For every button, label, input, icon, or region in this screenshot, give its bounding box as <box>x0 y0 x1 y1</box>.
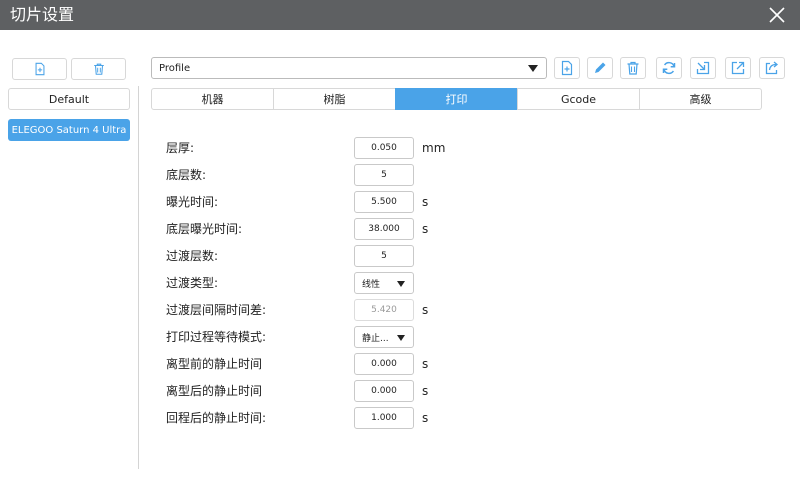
setting-row-rest-after-release: 离型后的静止时间 0.000 s <box>166 380 466 402</box>
file-add-icon <box>561 60 573 76</box>
setting-unit: s <box>422 384 429 398</box>
setting-row-transition-layers: 过渡层数: 5 <box>166 245 466 267</box>
settings-tabs: 机器 树脂 打印 Gcode 高级 <box>151 88 762 110</box>
export-profile-button[interactable] <box>725 57 751 79</box>
setting-unit: s <box>422 222 429 236</box>
transition-layers-input[interactable]: 5 <box>354 245 414 267</box>
setting-unit: s <box>422 195 429 209</box>
chevron-down-icon <box>528 65 538 72</box>
setting-unit: s <box>422 411 429 425</box>
setting-row-transition-type: 过渡类型: 线性 <box>166 272 466 294</box>
rest-after-retract-input[interactable]: 1.000 <box>354 407 414 429</box>
setting-label: 底层曝光时间: <box>166 222 243 236</box>
delete-config-button[interactable] <box>71 58 126 80</box>
exposure-time-input[interactable]: 5.500 <box>354 191 414 213</box>
setting-unit: mm <box>422 141 446 155</box>
setting-label: 离型前的静止时间 <box>166 357 263 371</box>
profile-selected-value: Profile <box>159 62 191 74</box>
transition-time-diff-input: 5.420 <box>354 299 414 321</box>
setting-label: 曝光时间: <box>166 195 219 209</box>
pencil-icon <box>595 62 606 73</box>
file-add-icon <box>35 62 44 76</box>
setting-row-bottom-layers: 底层数: 5 <box>166 164 466 186</box>
transition-type-value: 线性 <box>362 279 381 290</box>
setting-label: 底层数: <box>166 168 207 182</box>
share-icon <box>765 61 779 75</box>
bottom-layers-input[interactable]: 5 <box>354 164 414 186</box>
refresh-profile-button[interactable] <box>656 57 682 79</box>
refresh-icon <box>662 61 676 75</box>
setting-row-layer-height: 层厚: 0.050 mm <box>166 137 466 159</box>
import-profile-button[interactable] <box>690 57 716 79</box>
setting-label: 过渡层数: <box>166 249 219 263</box>
setting-row-rest-after-retract: 回程后的静止时间: 1.000 s <box>166 407 466 429</box>
new-profile-button[interactable] <box>554 57 580 79</box>
setting-label: 离型后的静止时间 <box>166 384 263 398</box>
trash-icon <box>93 63 104 75</box>
wait-mode-select[interactable]: 静止... <box>354 326 414 348</box>
dialog-body: Default ELEGOO Saturn 4 Ultra Profile 机器… <box>0 30 800 480</box>
import-icon <box>696 61 710 75</box>
rest-after-release-input[interactable]: 0.000 <box>354 380 414 402</box>
setting-unit: s <box>422 303 429 317</box>
tab-resin[interactable]: 树脂 <box>273 88 396 110</box>
setting-row-bottom-exposure: 底层曝光时间: 38.000 s <box>166 218 466 240</box>
setting-label: 回程后的静止时间: <box>166 411 267 425</box>
rest-before-release-input[interactable]: 0.000 <box>354 353 414 375</box>
title-bar: 切片设置 <box>0 0 800 30</box>
setting-unit: s <box>422 357 429 371</box>
bottom-exposure-input[interactable]: 38.000 <box>354 218 414 240</box>
setting-row-transition-time-diff: 过渡层间隔时间差: 5.420 s <box>166 299 466 321</box>
rename-profile-button[interactable] <box>587 57 613 79</box>
new-config-button[interactable] <box>12 58 67 80</box>
export-icon <box>731 61 745 75</box>
profile-select[interactable]: Profile <box>151 57 547 79</box>
chevron-down-icon <box>397 281 405 287</box>
delete-profile-button[interactable] <box>620 57 646 79</box>
setting-label: 过渡类型: <box>166 276 219 290</box>
setting-row-exposure-time: 曝光时间: 5.500 s <box>166 191 466 213</box>
share-profile-button[interactable] <box>759 57 785 79</box>
setting-label: 打印过程等待模式: <box>166 330 267 344</box>
window-title: 切片设置 <box>10 5 75 24</box>
panel-divider <box>138 86 139 469</box>
setting-row-rest-before-release: 离型前的静止时间 0.000 s <box>166 353 466 375</box>
tab-print[interactable]: 打印 <box>395 88 518 110</box>
transition-type-select[interactable]: 线性 <box>354 272 414 294</box>
chevron-down-icon <box>397 335 405 341</box>
setting-label: 过渡层间隔时间差: <box>166 303 267 317</box>
trash-icon <box>627 61 639 75</box>
config-item-saturn[interactable]: ELEGOO Saturn 4 Ultra <box>8 119 130 141</box>
tab-gcode[interactable]: Gcode <box>517 88 640 110</box>
wait-mode-value: 静止... <box>362 333 389 344</box>
layer-height-input[interactable]: 0.050 <box>354 137 414 159</box>
tab-machine[interactable]: 机器 <box>151 88 274 110</box>
tab-advanced[interactable]: 高级 <box>639 88 762 110</box>
setting-label: 层厚: <box>166 141 195 155</box>
close-icon[interactable] <box>768 6 786 24</box>
config-item-default[interactable]: Default <box>8 88 130 110</box>
setting-row-wait-mode: 打印过程等待模式: 静止... <box>166 326 466 348</box>
